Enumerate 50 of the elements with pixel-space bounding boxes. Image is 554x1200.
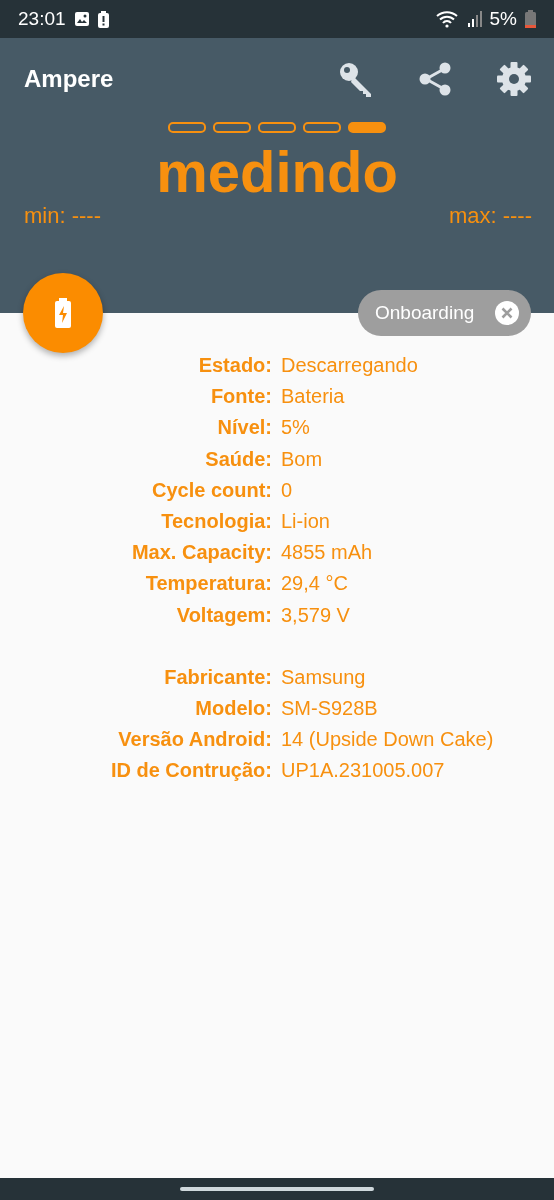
signal-icon: [467, 11, 482, 27]
info-label: Max. Capacity:: [130, 540, 272, 566]
info-value: SM-S928B: [281, 696, 379, 722]
key-icon[interactable]: [338, 61, 374, 97]
wifi-icon: [435, 10, 460, 28]
chip-label: Onboarding: [375, 302, 475, 324]
battery-charging-icon: [55, 298, 71, 328]
onboarding-chip[interactable]: Onboarding: [358, 290, 531, 336]
settings-icon[interactable]: [496, 61, 532, 97]
info-value: Bateria: [281, 384, 346, 410]
info-label: Fabricante:: [163, 664, 272, 690]
info-value: Samsung: [281, 664, 367, 690]
info-value: Descarregando: [281, 353, 419, 378]
battery-percent: 5%: [489, 8, 517, 30]
info-label: Fonte:: [209, 384, 272, 410]
info-label: Cycle count:: [150, 477, 272, 503]
min-value: min: ----: [24, 203, 101, 229]
info-label: Temperatura:: [144, 571, 272, 597]
info-value: Bom: [281, 446, 324, 472]
app-title: Ampere: [24, 65, 115, 93]
page-indicator[interactable]: [303, 122, 341, 133]
info-label: Saúde:: [204, 446, 272, 472]
page-indicator[interactable]: [348, 122, 386, 133]
info-value: Li-ion: [281, 509, 331, 534]
battery-alert-icon: [97, 10, 109, 28]
page-indicator[interactable]: [213, 122, 251, 133]
status-time: 23:01: [18, 8, 66, 30]
battery-fab[interactable]: [23, 273, 103, 353]
info-value: 14 (Upside Down Cake): [281, 727, 495, 753]
measure-status: medindo: [156, 138, 398, 206]
info-value: 3,579 V: [281, 602, 351, 628]
info-label: Estado:: [197, 353, 272, 378]
info-value: 5%: [281, 415, 311, 441]
info-label: Tecnologia:: [160, 509, 272, 534]
close-icon[interactable]: [495, 301, 519, 325]
max-value: max: ----: [448, 203, 532, 229]
page-indicator[interactable]: [258, 122, 296, 133]
image-icon: [73, 11, 90, 27]
info-label: Versão Android:: [117, 727, 272, 753]
info-label: Nível:: [216, 415, 272, 441]
info-label: Voltagem:: [175, 602, 272, 628]
info-label: ID de Contrução:: [109, 758, 272, 784]
page-indicator[interactable]: [168, 122, 206, 133]
info-value: 0: [281, 477, 294, 503]
share-icon[interactable]: [418, 61, 452, 97]
info-value: UP1A.231005.007: [281, 758, 446, 784]
info-value: 29,4 °C: [281, 571, 349, 597]
battery-low-icon: [525, 10, 536, 28]
info-value: 4855 mAh: [281, 540, 374, 566]
info-label: Modelo:: [194, 696, 272, 722]
